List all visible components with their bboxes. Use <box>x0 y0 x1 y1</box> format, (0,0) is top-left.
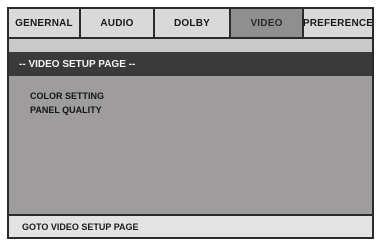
status-text: GOTO VIDEO SETUP PAGE <box>22 221 139 232</box>
menu-item-color-setting[interactable]: COLOR SETTING <box>30 91 104 101</box>
tab-video-label: VIDEO <box>250 17 283 29</box>
menu-content: COLOR SETTING PANEL QUALITY <box>9 76 372 214</box>
tab-bar: GENERNAL AUDIO DOLBY VIDEO PREFERENCE <box>9 9 374 39</box>
tab-audio[interactable]: AUDIO <box>81 9 155 37</box>
tab-preference-label: PREFERENCE <box>302 17 374 29</box>
status-bar: GOTO VIDEO SETUP PAGE <box>9 214 372 237</box>
menu-item-panel-quality[interactable]: PANEL QUALITY <box>30 105 102 115</box>
tab-preference[interactable]: PREFERENCE <box>302 9 374 37</box>
tab-video[interactable]: VIDEO <box>231 9 304 37</box>
tab-dolby-label: DOLBY <box>174 17 210 29</box>
tab-general[interactable]: GENERNAL <box>9 9 81 37</box>
tab-separator-band <box>9 39 372 52</box>
tab-dolby[interactable]: DOLBY <box>155 9 231 37</box>
page-title-bar: -- VIDEO SETUP PAGE -- <box>9 52 372 76</box>
tab-audio-label: AUDIO <box>100 17 134 29</box>
page-title: -- VIDEO SETUP PAGE -- <box>19 58 136 70</box>
tab-general-label: GENERNAL <box>15 17 73 29</box>
setup-menu-window: GENERNAL AUDIO DOLBY VIDEO PREFERENCE --… <box>7 7 374 239</box>
